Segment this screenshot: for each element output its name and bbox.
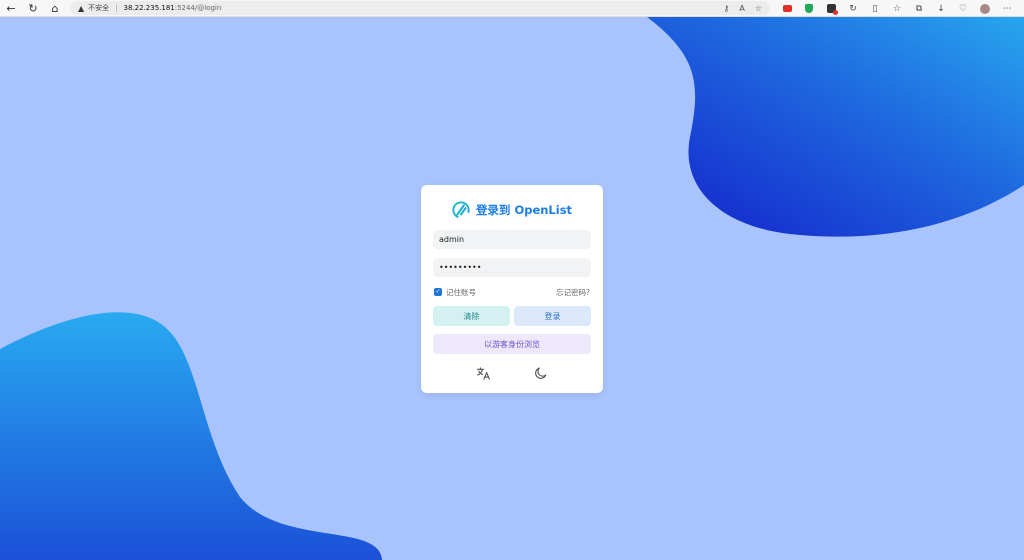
page-title: 登录到 OpenList <box>475 203 573 217</box>
reload-icon[interactable]: ↻ <box>22 0 44 17</box>
remember-label: 记住账号 <box>446 287 476 297</box>
remember-checkbox[interactable]: ✓ <box>434 288 442 296</box>
password-input[interactable] <box>433 258 591 277</box>
extension-refresh-icon[interactable]: ↻ <box>842 0 864 17</box>
forgot-password-link[interactable]: 忘记密码? <box>556 287 590 298</box>
username-input[interactable] <box>433 230 591 249</box>
collections-icon[interactable]: ⧉ <box>908 0 930 17</box>
download-icon[interactable]: ↓ <box>930 0 952 17</box>
security-label: 不安全 <box>88 4 110 12</box>
login-card: 登录到 OpenList ✓ 记住账号 忘记密码? 清除 登录 以游客身份浏览 <box>421 185 603 393</box>
split-screen-icon[interactable]: ▯ <box>864 0 886 17</box>
login-header: 登录到 OpenList <box>421 200 603 220</box>
moon-icon[interactable] <box>533 365 549 381</box>
favorite-star-icon[interactable]: ☆ <box>755 4 762 13</box>
remember-row: ✓ 记住账号 忘记密码? <box>434 286 590 298</box>
heart-icon[interactable]: ♡ <box>952 0 974 17</box>
bottom-left-blob <box>0 312 382 560</box>
read-aloud-icon[interactable]: A <box>739 4 744 13</box>
translate-icon[interactable] <box>475 365 491 381</box>
back-arrow-icon[interactable]: ← <box>0 0 22 17</box>
key-icon[interactable]: ⚷ <box>723 4 729 13</box>
url-path: :5244/@login <box>174 4 222 12</box>
clear-button[interactable]: 清除 <box>433 306 510 326</box>
profile-avatar[interactable] <box>974 0 996 17</box>
warning-icon: ▲ <box>78 3 85 13</box>
browser-toolbar: ← ↻ ⌂ ▲ 不安全 | 38.22.235.181:5244/@login … <box>0 0 1024 17</box>
more-menu-icon[interactable]: ⋯ <box>996 0 1018 17</box>
openlist-logo-icon <box>452 201 470 219</box>
remember-checkbox-wrap[interactable]: ✓ 记住账号 <box>434 287 476 298</box>
top-right-blob <box>647 17 1024 237</box>
home-icon[interactable]: ⌂ <box>44 0 66 17</box>
extension-shield-icon[interactable] <box>798 0 820 17</box>
extension-dark-icon[interactable] <box>820 0 842 17</box>
address-bar[interactable]: ▲ 不安全 | 38.22.235.181:5244/@login ⚷ A ☆ <box>70 1 770 15</box>
login-button[interactable]: 登录 <box>514 306 591 326</box>
address-separator: | <box>115 4 118 12</box>
extension-red-icon[interactable] <box>776 0 798 17</box>
favorites-icon[interactable]: ☆ <box>886 0 908 17</box>
card-tools <box>421 365 603 381</box>
url-host: 38.22.235.181 <box>123 4 175 12</box>
guest-browse-button[interactable]: 以游客身份浏览 <box>433 334 591 354</box>
